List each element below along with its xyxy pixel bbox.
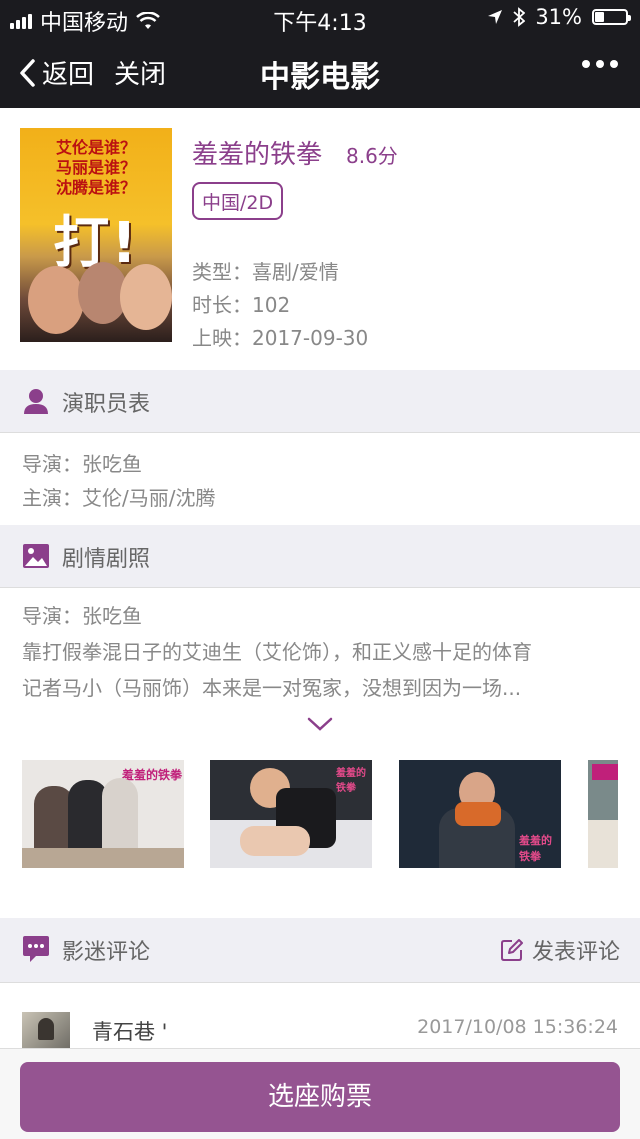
person-icon <box>24 389 48 414</box>
synopsis-line-2: 记者马小（马丽饰）本来是一对冤家，没想到因为一场... <box>22 676 522 700</box>
back-button[interactable]: 返回 <box>18 54 94 91</box>
still-logo: 羞羞的铁拳 <box>122 768 183 782</box>
synopsis-line-1: 靠打假拳混日子的艾迪生（艾伦饰），和正义感十足的体育 <box>22 640 532 664</box>
post-comment-label: 发表评论 <box>531 940 620 965</box>
poster-face <box>120 264 172 330</box>
dot-icon <box>582 60 590 68</box>
still-image-3[interactable]: 羞羞的铁拳 <box>399 760 561 868</box>
back-label: 返回 <box>42 60 95 90</box>
post-comment-button[interactable]: 发表评论 <box>500 934 620 966</box>
page-title: 中影电影 <box>260 60 380 95</box>
cast-actors: 主演：艾伦/马丽/沈腾 <box>22 486 216 510</box>
movie-release: 上映：2017-09-30 <box>192 326 369 350</box>
still-logo: 羞羞的铁拳 <box>336 768 366 794</box>
bluetooth-icon <box>513 7 526 27</box>
close-button[interactable]: 关闭 <box>114 54 166 91</box>
comment-username: 青石巷 ' <box>92 1020 168 1044</box>
comments-heading: 影迷评论 <box>62 940 151 965</box>
comments-section-header: 影迷评论 发表评论 <box>0 918 640 980</box>
movie-poster[interactable]: 艾伦是谁？ 马丽是谁？ 沈腾是谁？ 打! <box>20 128 172 342</box>
still-logo: 羞羞的铁拳 <box>519 834 552 863</box>
buy-ticket-button[interactable]: 选座购票 <box>20 1062 620 1132</box>
cast-section-header: 演职员表 <box>0 370 640 432</box>
battery-percent: 31% <box>535 5 582 29</box>
location-arrow-icon <box>488 10 503 24</box>
movie-title: 羞羞的铁拳 <box>192 140 323 170</box>
avatar[interactable] <box>22 1012 70 1052</box>
battery-icon <box>592 9 631 25</box>
movie-score: 8.6分 <box>346 144 398 168</box>
plot-heading: 剧情剧照 <box>62 547 151 572</box>
plot-section-header: 剧情剧照 <box>0 525 640 587</box>
cast-panel <box>0 432 640 526</box>
movie-type: 类型：喜剧/爱情 <box>192 260 339 284</box>
still-image-1[interactable]: 羞羞的铁拳 <box>22 760 184 868</box>
movie-duration: 时长：102 <box>192 293 291 317</box>
plot-director: 导演：张吃鱼 <box>22 604 142 628</box>
status-bar: 中国移动 下午4:13 31% <box>0 0 640 36</box>
more-options-button[interactable] <box>582 60 618 68</box>
image-icon <box>23 544 49 568</box>
dot-icon <box>596 60 604 68</box>
expand-chevron-icon[interactable] <box>306 716 334 732</box>
comment-bubble-icon <box>23 936 49 962</box>
cast-heading: 演职员表 <box>62 392 151 417</box>
chevron-left-icon <box>20 58 35 87</box>
edit-icon <box>500 939 523 961</box>
format-badge: 中国/2D <box>192 182 284 220</box>
comment-timestamp: 2017/10/08 15:36:24 <box>417 1016 618 1038</box>
status-right: 31% <box>487 5 631 29</box>
dot-icon <box>610 60 618 68</box>
cast-director: 导演：张吃鱼 <box>22 452 142 476</box>
still-image-4[interactable] <box>588 760 618 868</box>
nav-bar: 返回 关闭 中影电影 <box>0 36 640 108</box>
poster-face <box>28 266 84 334</box>
poster-text-3: 沈腾是谁？ <box>55 178 136 197</box>
still-image-2[interactable]: 羞羞的铁拳 <box>210 760 372 868</box>
